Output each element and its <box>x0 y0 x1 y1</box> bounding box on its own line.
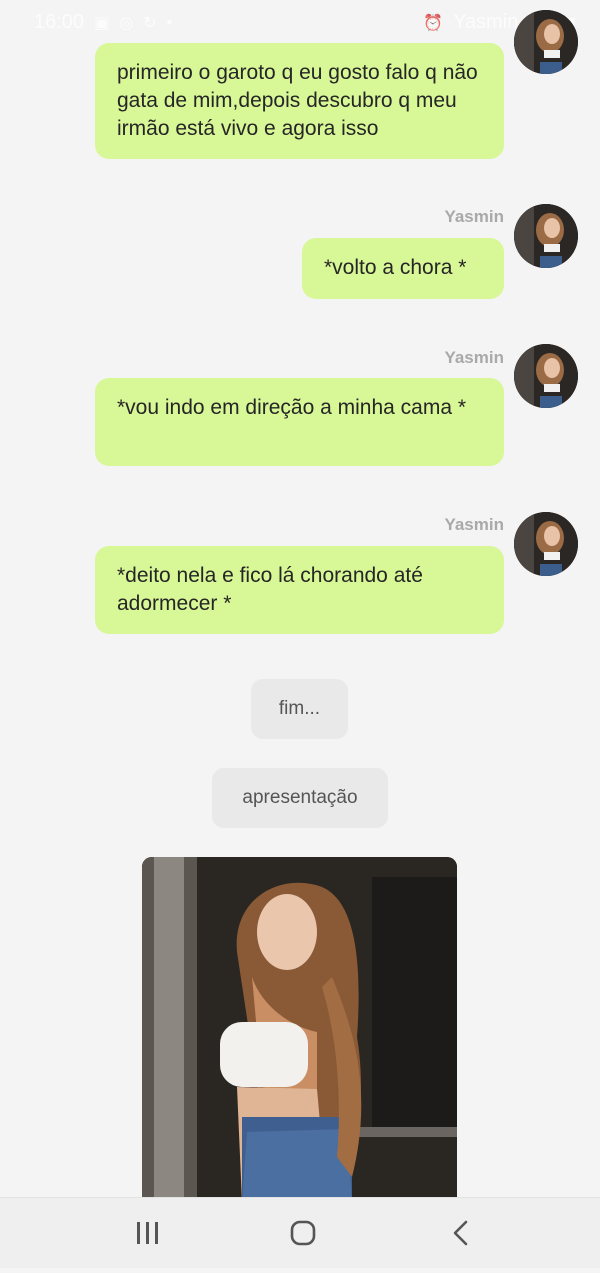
shared-photo[interactable] <box>142 857 457 1202</box>
status-left: 16:00 ▣ ◎ ↻ • <box>34 11 172 34</box>
back-button[interactable] <box>420 1198 500 1268</box>
alarm-icon: ⏰ <box>423 14 444 32</box>
choice-apresentacao-button[interactable]: apresentação <box>212 768 388 828</box>
message-text: *vou indo em direção a minha cama * <box>117 396 467 419</box>
message-bubble[interactable]: *deito nela e fico lá chorando até adorm… <box>95 546 504 634</box>
choice-fim-button[interactable]: fim... <box>251 679 348 739</box>
photo-image <box>142 857 457 1202</box>
avatar[interactable] <box>514 204 578 268</box>
avatar-photo <box>514 10 578 74</box>
status-time: 16:00 <box>34 11 85 33</box>
recent-apps-button[interactable] <box>107 1198 187 1268</box>
message-bubble[interactable]: *vou indo em direção a minha cama * <box>95 378 504 466</box>
sender-name: Yasmin <box>444 348 504 367</box>
message-text: *volto a chora * <box>324 256 467 279</box>
gallery-icon: ▣ <box>94 14 110 32</box>
home-button[interactable] <box>263 1198 343 1268</box>
sender-name: Yasmin <box>444 515 504 534</box>
avatar-photo <box>514 344 578 408</box>
sender-name: Yasmin <box>444 207 504 226</box>
avatar[interactable] <box>514 10 578 74</box>
avatar-photo <box>514 512 578 576</box>
avatar[interactable] <box>514 512 578 576</box>
message-text: *deito nela e fico lá chorando até adorm… <box>117 564 423 615</box>
recent-apps-icon <box>137 1222 158 1244</box>
dot-icon: • <box>166 13 173 31</box>
status-carrier: Yasmin <box>453 11 519 33</box>
avatar[interactable] <box>514 344 578 408</box>
message-text: primeiro o garoto q eu gosto falo q não … <box>117 61 478 140</box>
avatar-photo <box>514 204 578 268</box>
home-icon <box>290 1220 316 1246</box>
back-icon <box>453 1220 468 1246</box>
message-bubble[interactable]: primeiro o garoto q eu gosto falo q não … <box>95 43 504 159</box>
navigation-bar <box>0 1197 600 1268</box>
sync-icon: ↻ <box>143 14 157 32</box>
message-bubble[interactable]: *volto a chora * <box>302 238 504 299</box>
instagram-icon: ◎ <box>119 14 134 32</box>
status-bar: 16:00 ▣ ◎ ↻ • ⏰ Yasmin 2% ▮ <box>0 0 600 44</box>
